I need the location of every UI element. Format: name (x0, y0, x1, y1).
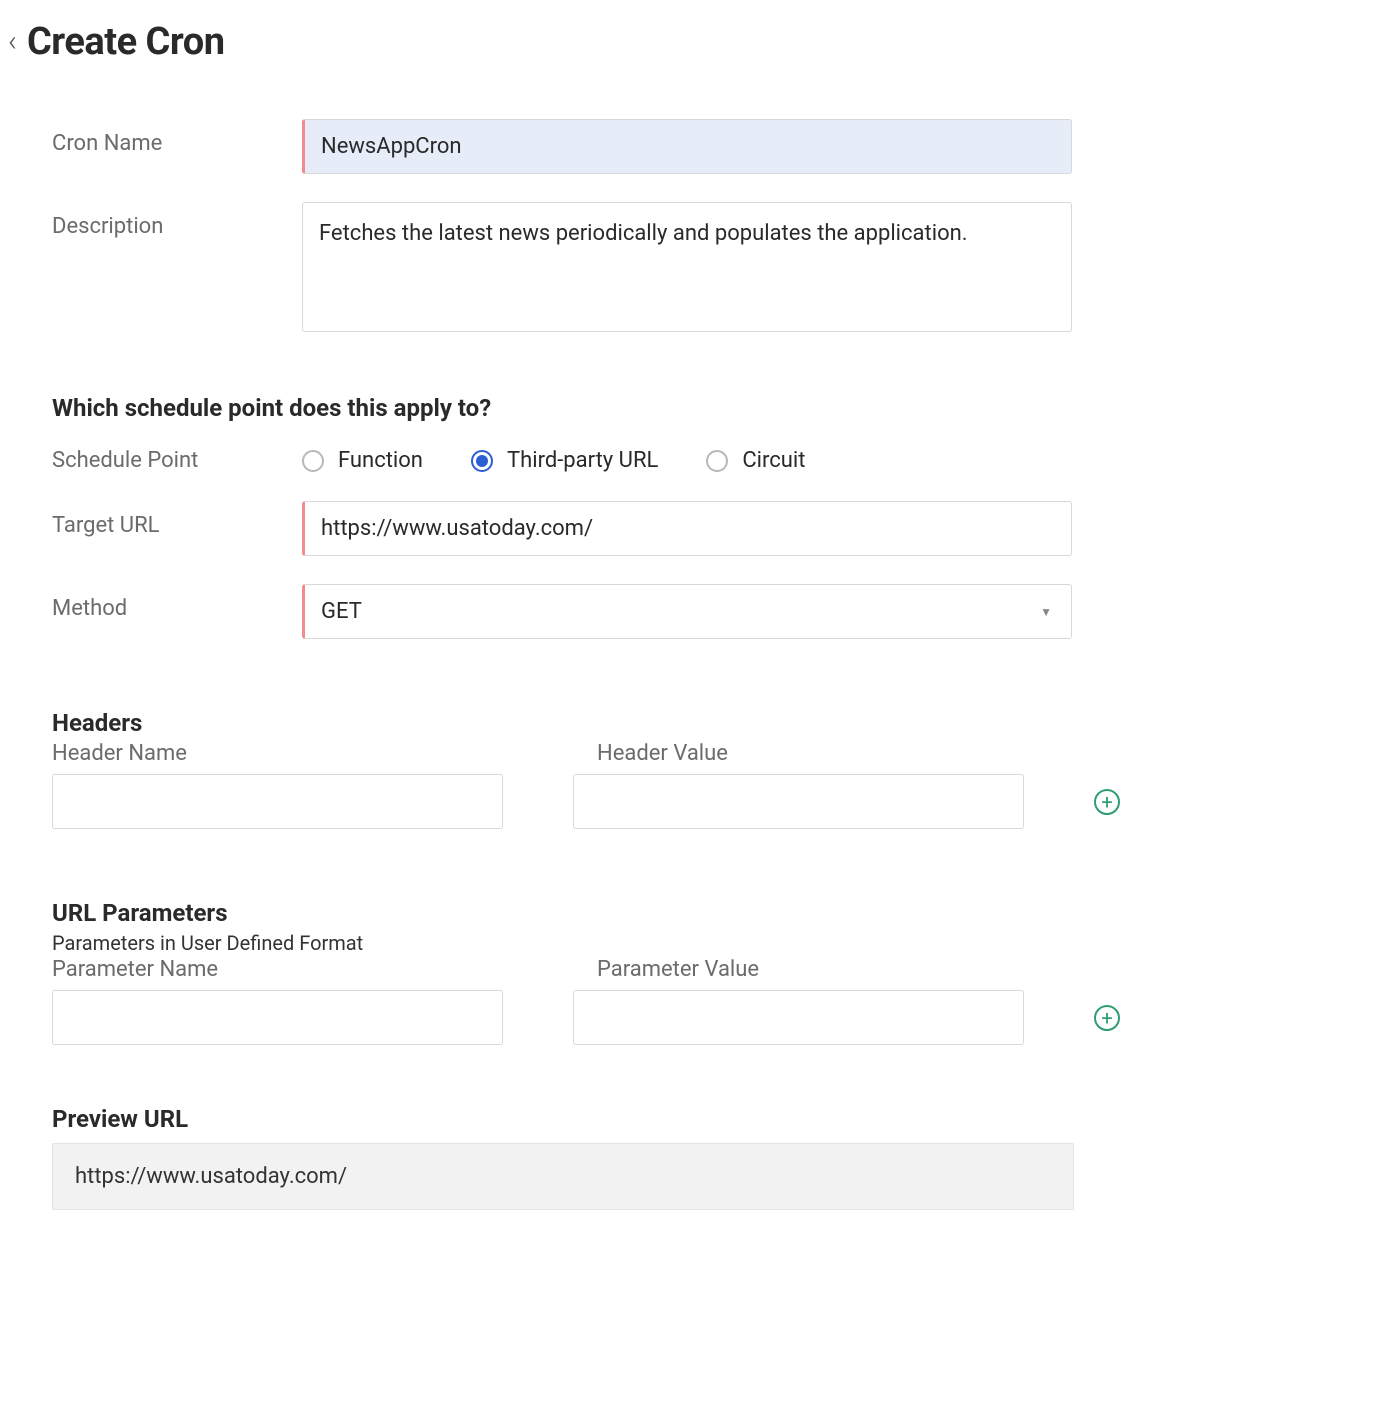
radio-circle-icon (471, 450, 493, 472)
page-title: Create Cron (27, 20, 225, 64)
header-value-label: Header Value (597, 741, 1072, 766)
radio-circuit-label: Circuit (742, 448, 805, 473)
radio-function[interactable]: Function (302, 448, 423, 473)
back-chevron-icon[interactable]: ‹ (8, 27, 17, 57)
parameter-value-input[interactable] (573, 990, 1024, 1045)
target-url-input[interactable] (302, 501, 1072, 556)
cron-name-input[interactable] (302, 119, 1072, 174)
radio-circle-icon (302, 450, 324, 472)
radio-thirdparty[interactable]: Third-party URL (471, 448, 658, 473)
radio-circle-icon (706, 450, 728, 472)
radio-thirdparty-label: Third-party URL (507, 448, 658, 473)
radio-function-label: Function (338, 448, 423, 473)
parameter-value-label: Parameter Value (597, 957, 1072, 982)
schedule-point-label: Schedule Point (52, 448, 302, 473)
method-select[interactable]: GET (302, 584, 1072, 639)
cron-name-label: Cron Name (52, 119, 302, 156)
preview-url-heading: Preview URL (52, 1105, 1120, 1133)
description-input[interactable]: Fetches the latest news periodically and… (302, 202, 1072, 332)
header-name-input[interactable] (52, 774, 503, 829)
radio-circuit[interactable]: Circuit (706, 448, 805, 473)
schedule-point-radio-group: Function Third-party URL Circuit (302, 448, 1072, 473)
url-parameters-heading: URL Parameters (52, 899, 1120, 927)
schedule-question: Which schedule point does this apply to? (52, 394, 1120, 422)
parameter-name-label: Parameter Name (52, 957, 527, 982)
description-label: Description (52, 202, 302, 239)
preview-url-value: https://www.usatoday.com/ (52, 1143, 1074, 1210)
url-parameters-note: Parameters in User Defined Format (52, 931, 1120, 955)
header-name-label: Header Name (52, 741, 527, 766)
add-header-icon[interactable] (1094, 789, 1120, 815)
method-label: Method (52, 584, 302, 621)
add-parameter-icon[interactable] (1094, 1005, 1120, 1031)
headers-heading: Headers (52, 709, 1120, 737)
header-value-input[interactable] (573, 774, 1024, 829)
target-url-label: Target URL (52, 501, 302, 538)
parameter-name-input[interactable] (52, 990, 503, 1045)
